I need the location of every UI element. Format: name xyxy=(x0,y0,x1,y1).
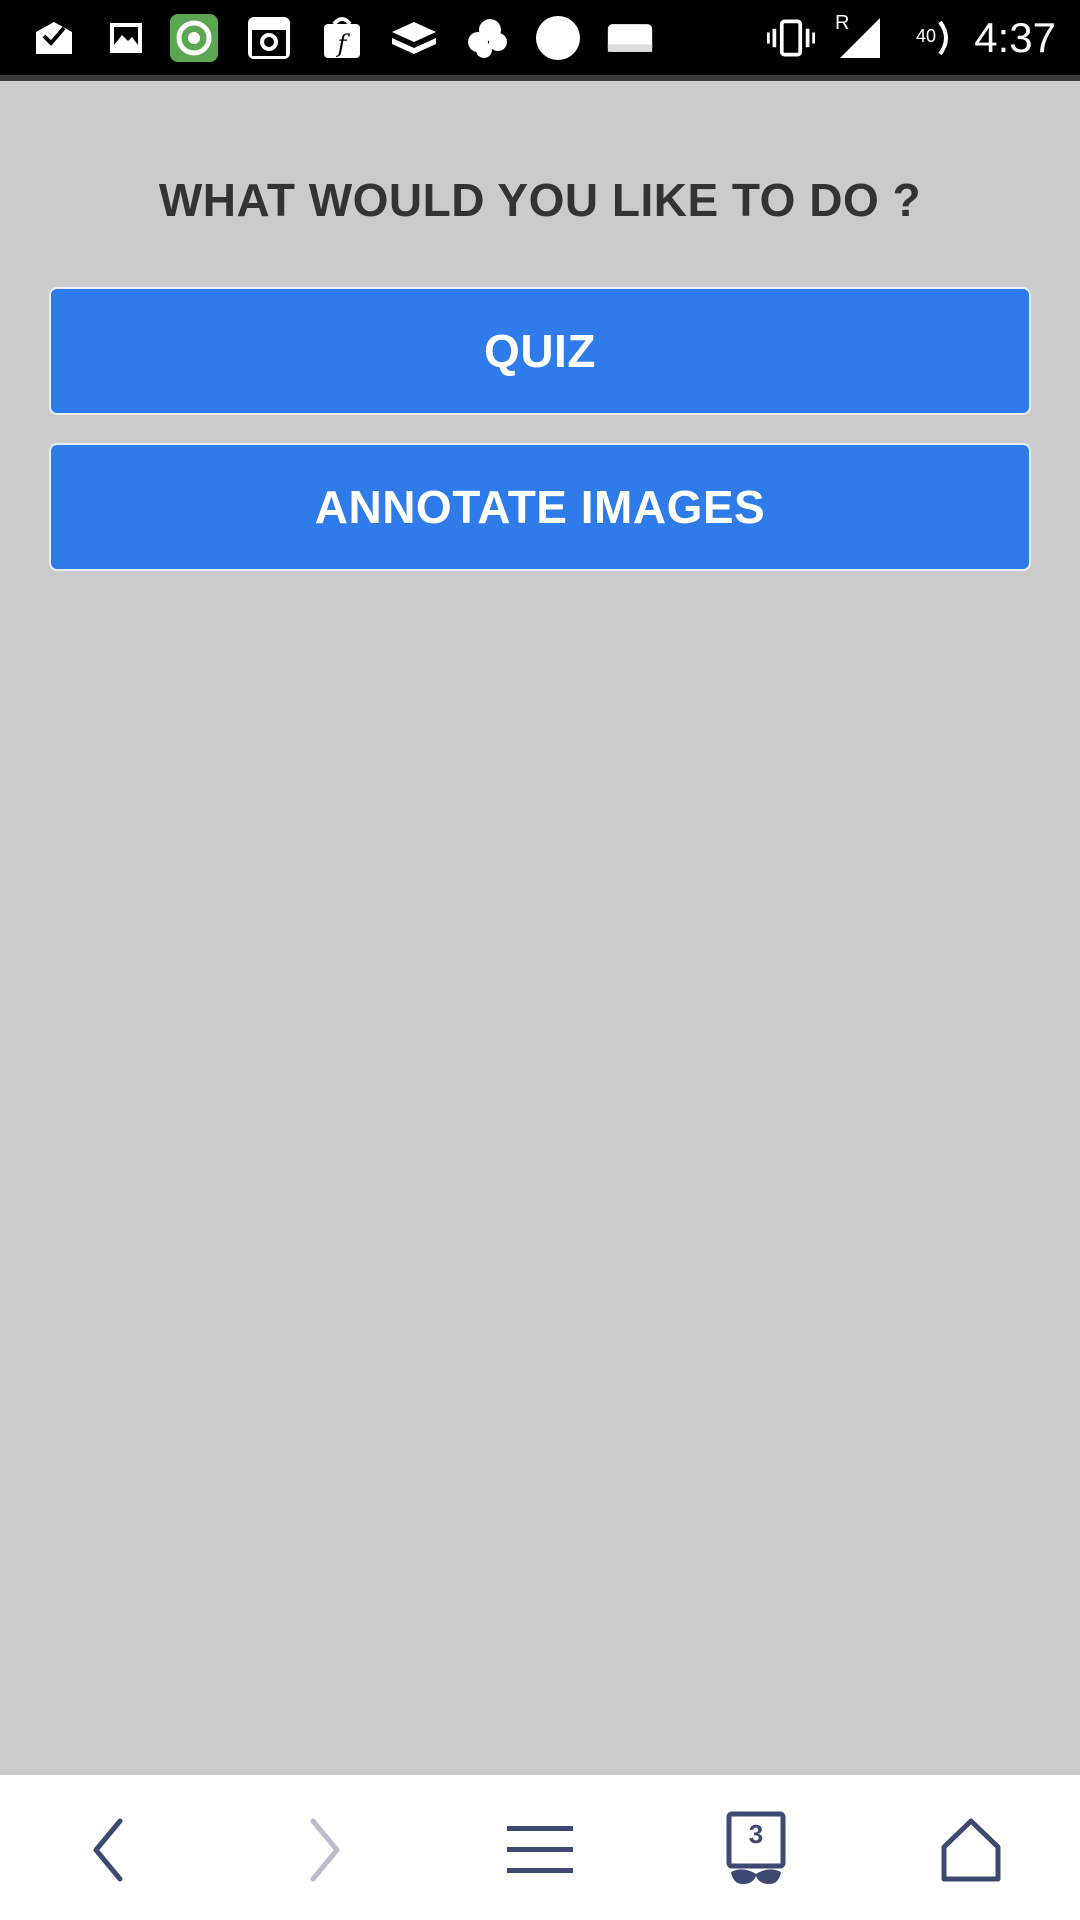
browser-nav-bar: 3 xyxy=(0,1775,1080,1920)
page-title: WHAT WOULD YOU LIKE TO DO ? xyxy=(158,174,922,226)
annotate-images-button[interactable]: ANNOTATE IMAGES xyxy=(49,443,1031,571)
cloud-icon xyxy=(462,14,510,62)
back-icon[interactable] xyxy=(64,1805,154,1895)
home-icon[interactable] xyxy=(926,1805,1016,1895)
shop-icon: f xyxy=(318,14,366,62)
volume-badge: 40 xyxy=(916,26,937,46)
forward-icon[interactable] xyxy=(279,1805,369,1895)
app-green-icon xyxy=(170,14,218,62)
image-icon xyxy=(102,14,150,62)
circle-icon xyxy=(534,14,582,62)
tabs-count: 3 xyxy=(748,1819,764,1849)
mail-check-icon xyxy=(30,14,78,62)
quiz-button[interactable]: QUIZ xyxy=(49,287,1031,415)
menu-icon[interactable] xyxy=(495,1805,585,1895)
tabs-icon[interactable]: 3 xyxy=(711,1805,801,1895)
network-badge: R xyxy=(835,12,850,34)
main-content: WHAT WOULD YOU LIKE TO DO ? QUIZ ANNOTAT… xyxy=(0,81,1080,1775)
card-icon xyxy=(606,14,654,62)
status-time: 4:37 xyxy=(974,14,1056,61)
vibrate-icon xyxy=(767,14,815,62)
status-bar: f R 40 4:37 xyxy=(0,0,1080,75)
dropbox-icon xyxy=(390,14,438,62)
instagram-icon xyxy=(245,14,293,62)
